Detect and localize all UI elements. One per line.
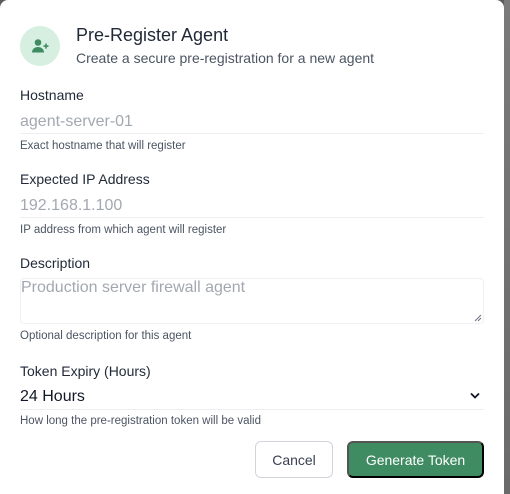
ip-label: Expected IP Address bbox=[20, 171, 150, 187]
description-label: Description bbox=[20, 255, 91, 271]
ip-field-group: Expected IP Address IP address from whic… bbox=[20, 170, 484, 237]
expiry-field-group: Token Expiry (Hours) 24 Hours How long t… bbox=[20, 362, 484, 428]
hostname-input[interactable] bbox=[20, 110, 484, 134]
chevron-down-icon bbox=[470, 392, 480, 399]
dialog-title: Pre-Register Agent bbox=[76, 25, 229, 45]
expiry-select[interactable]: 24 Hours bbox=[20, 385, 484, 410]
pre-register-dialog: Pre-Register Agent Create a secure pre-r… bbox=[0, 0, 504, 494]
resize-grip-icon[interactable] bbox=[474, 314, 482, 322]
generate-token-button[interactable]: Generate Token bbox=[347, 441, 484, 478]
dialog-header: Pre-Register Agent Create a secure pre-r… bbox=[20, 24, 374, 67]
description-field-group: Description Optional description for thi… bbox=[20, 254, 484, 343]
hostname-field-group: Hostname Exact hostname that will regist… bbox=[20, 86, 484, 153]
ip-address-input[interactable] bbox=[20, 194, 484, 218]
expiry-selected-value: 24 Hours bbox=[20, 388, 85, 405]
cancel-button[interactable]: Cancel bbox=[255, 441, 333, 478]
description-textarea[interactable] bbox=[20, 278, 484, 324]
dialog-subtitle: Create a secure pre-registration for a n… bbox=[76, 50, 375, 66]
hostname-help: Exact hostname that will register bbox=[20, 140, 186, 152]
description-help: Optional description for this agent bbox=[20, 330, 192, 342]
expiry-help: How long the pre-registration token will… bbox=[20, 415, 261, 427]
expiry-label: Token Expiry (Hours) bbox=[20, 363, 151, 379]
hostname-label: Hostname bbox=[20, 87, 84, 103]
ip-help: IP address from which agent will registe… bbox=[20, 224, 227, 236]
backdrop-edge bbox=[504, 0, 510, 494]
user-plus-icon bbox=[20, 26, 60, 66]
